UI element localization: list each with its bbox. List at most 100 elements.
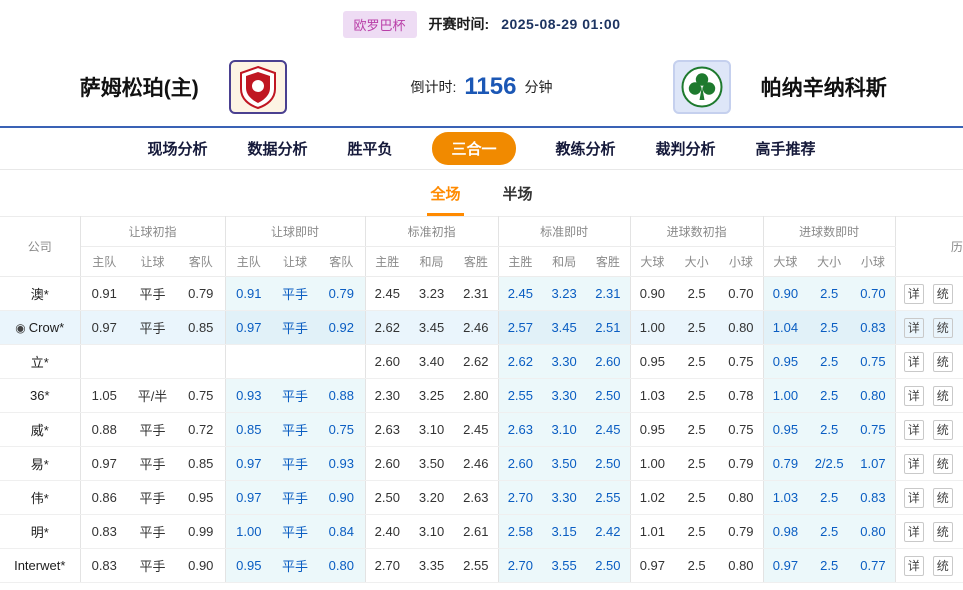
nav-item[interactable]: 教练分析	[556, 138, 616, 159]
column-header: 客队	[177, 247, 225, 277]
odds-cell: 2.57	[498, 311, 542, 345]
odds-cell: 3.23	[409, 277, 454, 311]
table-row: 伟*0.86平手0.950.97平手0.902.503.202.632.703.…	[0, 481, 963, 515]
company-cell[interactable]: Interwet*	[0, 549, 80, 583]
odds-cell: 0.95	[763, 345, 807, 379]
company-cell[interactable]: 36*	[0, 379, 80, 413]
detail-button[interactable]: 详	[904, 284, 924, 304]
odds-cell: 0.97	[225, 447, 272, 481]
column-header: 主队	[225, 247, 272, 277]
company-cell[interactable]: 立*	[0, 345, 80, 379]
nav-item[interactable]: 数据分析	[247, 138, 307, 159]
detail-button[interactable]: 详	[904, 420, 924, 440]
company-cell[interactable]: 易*	[0, 447, 80, 481]
odds-cell: 0.80	[719, 549, 763, 583]
subnav-tab[interactable]: 全场	[427, 173, 463, 216]
odds-cell: 3.10	[409, 515, 454, 549]
odds-cell: 0.95	[630, 413, 674, 447]
odds-cell: 0.85	[177, 311, 225, 345]
odds-cell: 平手	[272, 277, 318, 311]
stats-button[interactable]: 统	[933, 284, 953, 304]
detail-button[interactable]: 详	[904, 352, 924, 372]
odds-cell: 2.58	[498, 515, 542, 549]
group-header-goals-live: 进球数即时	[763, 217, 895, 247]
odds-cell: 2.5	[674, 379, 719, 413]
odds-cell: 0.80	[851, 379, 895, 413]
odds-cell: 1.03	[763, 481, 807, 515]
odds-cell: 平手	[128, 549, 177, 583]
odds-cell: 0.80	[719, 481, 763, 515]
sub-header-row: 主队让球客队主队让球客队主胜和局客胜主胜和局客胜大球大小小球大球大小小球	[0, 247, 963, 277]
odds-cell: 3.50	[409, 447, 454, 481]
column-header: 主胜	[365, 247, 409, 277]
odds-cell	[225, 345, 272, 379]
odds-cell: 0.95	[177, 481, 225, 515]
odds-cell: 2.30	[365, 379, 409, 413]
odds-cell: 0.97	[80, 311, 128, 345]
odds-cell: 2.5	[807, 413, 851, 447]
nav-item[interactable]: 现场分析	[147, 138, 207, 159]
odds-cell: 2.80	[454, 379, 498, 413]
odds-cell: 0.70	[851, 277, 895, 311]
league-badge: 欧罗巴杯	[343, 11, 417, 38]
column-header: 大球	[763, 247, 807, 277]
history-cell: 详统	[895, 311, 963, 345]
detail-button[interactable]: 详	[904, 488, 924, 508]
odds-cell: 3.23	[542, 277, 586, 311]
odds-cell: 0.80	[851, 515, 895, 549]
stats-button[interactable]: 统	[933, 488, 953, 508]
company-cell[interactable]: 伟*	[0, 481, 80, 515]
nav-item[interactable]: 胜平负	[347, 138, 392, 159]
odds-cell: 0.91	[80, 277, 128, 311]
stats-button[interactable]: 统	[933, 318, 953, 338]
company-cell[interactable]: ◉Crow*	[0, 311, 80, 345]
stats-button[interactable]: 统	[933, 386, 953, 406]
odds-cell: 0.92	[318, 311, 365, 345]
away-team-logo	[673, 60, 731, 114]
odds-cell: 2.5	[807, 277, 851, 311]
column-header: 和局	[542, 247, 586, 277]
target-icon: ◉	[15, 321, 25, 335]
company-cell[interactable]: 明*	[0, 515, 80, 549]
odds-cell: 平手	[272, 447, 318, 481]
odds-cell: 2.5	[674, 447, 719, 481]
subnav: 全场半场	[0, 170, 963, 216]
table-row: 36*1.05平/半0.750.93平手0.882.303.252.802.55…	[0, 379, 963, 413]
odds-cell: 0.88	[318, 379, 365, 413]
detail-button[interactable]: 详	[904, 386, 924, 406]
detail-button[interactable]: 详	[904, 318, 924, 338]
stats-button[interactable]: 统	[933, 454, 953, 474]
nav-item[interactable]: 三合一	[432, 132, 515, 165]
nav-item[interactable]: 高手推荐	[756, 138, 816, 159]
stats-button[interactable]: 统	[933, 420, 953, 440]
nav-item[interactable]: 裁判分析	[656, 138, 716, 159]
detail-button[interactable]: 详	[904, 556, 924, 576]
stats-button[interactable]: 统	[933, 352, 953, 372]
odds-cell: 0.97	[80, 447, 128, 481]
stats-button[interactable]: 统	[933, 556, 953, 576]
stats-button[interactable]: 统	[933, 522, 953, 542]
company-cell[interactable]: 威*	[0, 413, 80, 447]
odds-cell: 2.50	[586, 447, 630, 481]
detail-button[interactable]: 详	[904, 522, 924, 542]
table-row: 威*0.88平手0.720.85平手0.752.633.102.452.633.…	[0, 413, 963, 447]
odds-cell: 0.88	[80, 413, 128, 447]
odds-cell: 2.51	[586, 311, 630, 345]
company-cell[interactable]: 澳*	[0, 277, 80, 311]
odds-cell: 2.55	[498, 379, 542, 413]
odds-cell: 0.97	[225, 311, 272, 345]
subnav-tab[interactable]: 半场	[500, 173, 536, 216]
table-row: 立*2.603.402.622.623.302.600.952.50.750.9…	[0, 345, 963, 379]
odds-cell: 3.25	[409, 379, 454, 413]
detail-button[interactable]: 详	[904, 454, 924, 474]
odds-cell: 平/半	[128, 379, 177, 413]
odds-cell: 2.45	[365, 277, 409, 311]
odds-cell: 2.5	[674, 345, 719, 379]
odds-cell: 平手	[272, 515, 318, 549]
history-cell: 详统	[895, 447, 963, 481]
odds-cell: 2.45	[498, 277, 542, 311]
shamrock-icon	[681, 66, 723, 108]
group-header-handicap-initial: 让球初指	[80, 217, 225, 247]
column-header: 让球	[272, 247, 318, 277]
odds-cell: 2.5	[807, 311, 851, 345]
